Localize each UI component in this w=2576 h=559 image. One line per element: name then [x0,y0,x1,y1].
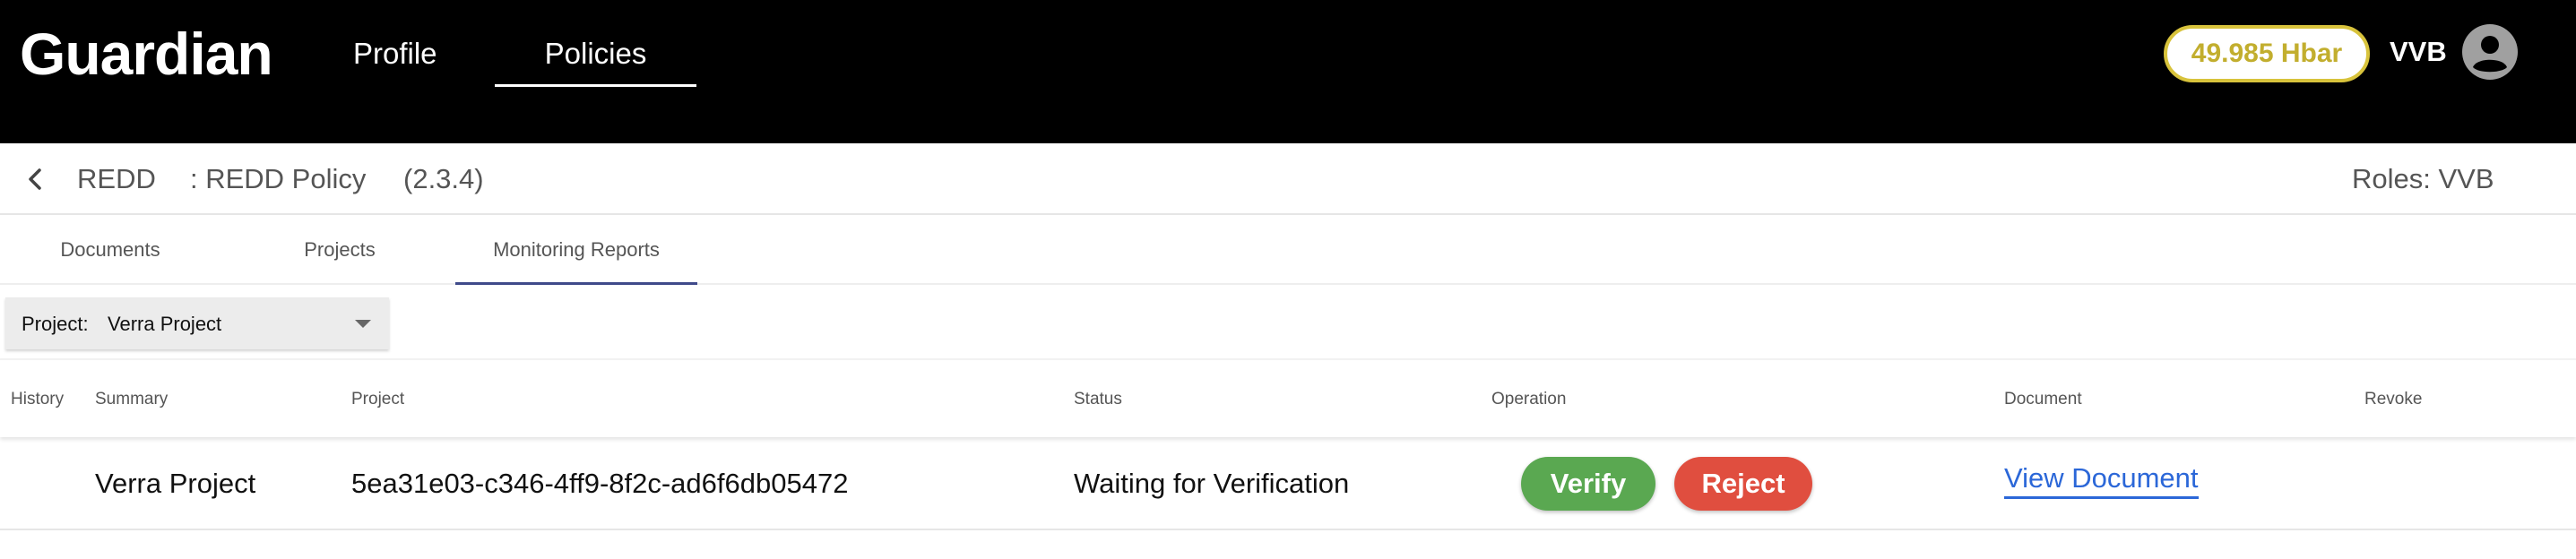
table-header: History Summary Project Status Operation… [0,358,2576,437]
column-header-summary: Summary [95,390,169,408]
verify-button[interactable]: Verify [1521,457,1655,511]
tab-documents[interactable]: Documents [0,217,220,283]
column-header-operation: Operation [1491,390,1567,408]
tab-projects[interactable]: Projects [229,217,450,283]
app-logo[interactable]: Guardian [20,22,273,86]
policy-version: (2.3.4) [403,163,484,194]
row-status: Waiting for Verification [1074,468,1350,499]
policy-name: : REDD Policy [190,163,367,194]
app-header: Guardian Profile Policies 49.985 Hbar VV… [0,0,2576,143]
column-header-history: History [11,390,65,408]
tab-monitoring-reports[interactable]: Monitoring Reports [455,217,697,285]
policy-header: REDD : REDD Policy (2.3.4) Roles: VVB [0,143,2576,215]
view-document-link[interactable]: View Document [2004,460,2199,499]
row-summary: Verra Project [95,468,256,499]
column-header-status: Status [1074,390,1122,408]
row-project-id: 5ea31e03-c346-4ff9-8f2c-ad6f6db05472 [351,468,849,499]
column-header-project: Project [351,390,405,408]
nav-profile[interactable]: Profile [353,34,437,73]
account-circle-icon[interactable] [2461,23,2519,81]
project-select-label: Project: [22,313,89,335]
policy-tabs: Documents Projects Monitoring Reports [0,217,2576,285]
user-name: VVB [2390,36,2447,67]
column-header-revoke: Revoke [2364,390,2423,408]
nav-policies[interactable]: Policies [495,34,696,88]
table-row: Verra Project 5ea31e03-c346-4ff9-8f2c-ad… [0,437,2576,530]
dropdown-arrow-icon [355,320,371,328]
reject-button[interactable]: Reject [1674,457,1812,511]
chevron-left-icon[interactable] [20,163,52,195]
project-select-value: Verra Project [108,313,222,335]
hbar-balance-badge: 49.985 Hbar [2164,25,2370,82]
nav-active-indicator [495,84,696,87]
nav-policies-label: Policies [544,37,647,70]
project-select[interactable]: Project: Verra Project [5,297,389,349]
user-roles: Roles: VVB [2352,163,2494,194]
tab-monitoring-reports-label: Monitoring Reports [493,238,660,261]
column-header-document: Document [2004,390,2082,408]
tab-active-indicator [455,282,697,285]
policy-short-name: REDD [77,163,156,194]
